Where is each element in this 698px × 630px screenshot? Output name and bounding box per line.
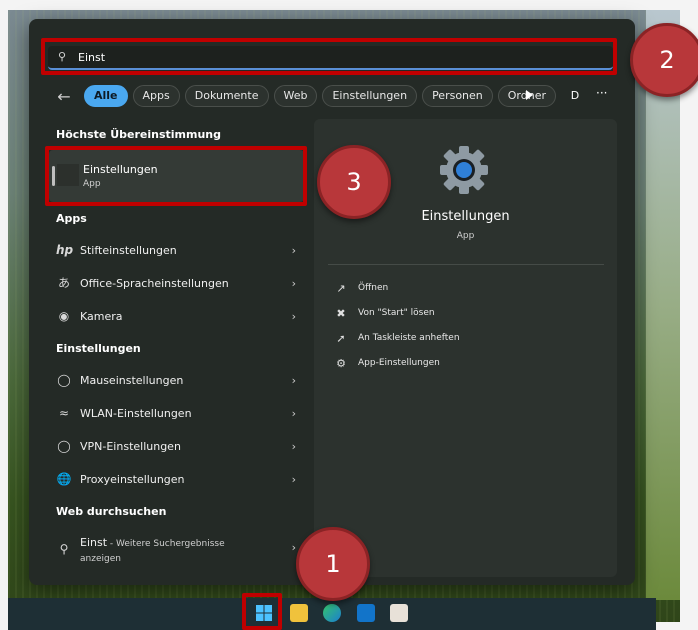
filter-chip-dokumente[interactable]: Dokumente (184, 85, 269, 107)
chevron-right-icon: › (291, 243, 296, 257)
globe-icon: 🌐 (56, 472, 72, 486)
detail-divider (328, 264, 604, 265)
back-arrow-icon[interactable]: ← (56, 87, 72, 106)
filter-chip-einstellungen[interactable]: Einstellungen (322, 85, 418, 107)
best-match-heading: Höchste Übereinstimmung (56, 128, 221, 141)
list-item-office-sprache[interactable]: あ Office-Spracheinstellungen › (56, 272, 296, 294)
filter-row: ← Alle Apps Dokumente Web Einstellungen … (56, 85, 561, 107)
step-badge-3: 3 (317, 145, 391, 219)
chevron-right-icon: › (291, 373, 296, 387)
web-suffix-2: anzeigen (80, 554, 121, 564)
action-pin-taskbar[interactable]: ➚ An Taskleiste anheften (334, 330, 459, 346)
list-item-mauseinstellungen[interactable]: ◯ Mauseinstellungen › (56, 369, 296, 391)
filter-chip-apps[interactable]: Apps (132, 85, 180, 107)
avatar[interactable]: D (566, 87, 584, 105)
chevron-right-icon: › (291, 439, 296, 453)
more-options-icon[interactable]: ··· (596, 86, 607, 100)
list-item-wlan[interactable]: ≈ WLAN-Einstellungen › (56, 402, 296, 424)
shield-icon: ◯ (57, 439, 71, 453)
filter-chip-personen[interactable]: Personen (422, 85, 493, 107)
highlight-best-match (45, 146, 307, 206)
chevron-right-icon: › (291, 276, 296, 290)
unpin-icon: ✖ (336, 306, 346, 320)
search-icon: ⚲ (59, 542, 69, 556)
settings-heading: Einstellungen (56, 342, 141, 355)
chevron-right-icon: › (291, 472, 296, 486)
highlight-start-button (242, 593, 282, 630)
settings-gear-icon (440, 146, 488, 194)
edge-browser-icon[interactable] (323, 604, 341, 622)
list-item-kamera[interactable]: ◉ Kamera › (56, 305, 296, 327)
apps-heading: Apps (56, 212, 87, 225)
web-query: Einst (80, 536, 108, 549)
wifi-icon: ≈ (58, 406, 70, 420)
list-item-stifteinstellungen[interactable]: hp Stifteinstellungen › (56, 239, 296, 261)
language-icon: あ (57, 276, 70, 290)
outlook-icon[interactable] (357, 604, 375, 622)
pin-icon: ➚ (336, 331, 346, 345)
chevron-right-icon: › (291, 541, 296, 554)
step-badge-2: 2 (630, 23, 698, 97)
list-item-proxy[interactable]: 🌐 Proxyeinstellungen › (56, 468, 296, 490)
background-window-strip (646, 10, 680, 600)
step-badge-1: 1 (296, 527, 370, 601)
web-suffix: - Weitere Suchergebnisse (107, 539, 225, 549)
camera-icon: ◉ (58, 309, 70, 323)
list-item-web-search[interactable]: ⚲ Einst - Weitere Suchergebnisse anzeige… (56, 536, 296, 566)
web-heading: Web durchsuchen (56, 505, 167, 518)
hp-icon: hp (56, 243, 74, 257)
filter-chip-web[interactable]: Web (273, 85, 318, 107)
list-item-vpn[interactable]: ◯ VPN-Einstellungen › (56, 435, 296, 457)
action-unpin-start[interactable]: ✖ Von "Start" lösen (334, 305, 434, 321)
mouse-icon: ◯ (57, 373, 71, 387)
file-explorer-icon[interactable] (290, 604, 308, 622)
action-open[interactable]: ↗ Öffnen (334, 280, 388, 296)
highlight-search-box (41, 38, 617, 75)
open-icon: ↗ (336, 281, 346, 295)
filter-chip-alle[interactable]: Alle (84, 85, 128, 107)
snipping-tool-icon[interactable] (390, 604, 408, 622)
gear-icon: ⚙ (336, 356, 346, 370)
detail-subtitle: App (456, 231, 475, 241)
chevron-right-icon: › (291, 309, 296, 323)
chevron-right-icon: › (291, 406, 296, 420)
play-icon[interactable] (526, 90, 533, 100)
action-app-settings[interactable]: ⚙ App-Einstellungen (334, 355, 440, 371)
